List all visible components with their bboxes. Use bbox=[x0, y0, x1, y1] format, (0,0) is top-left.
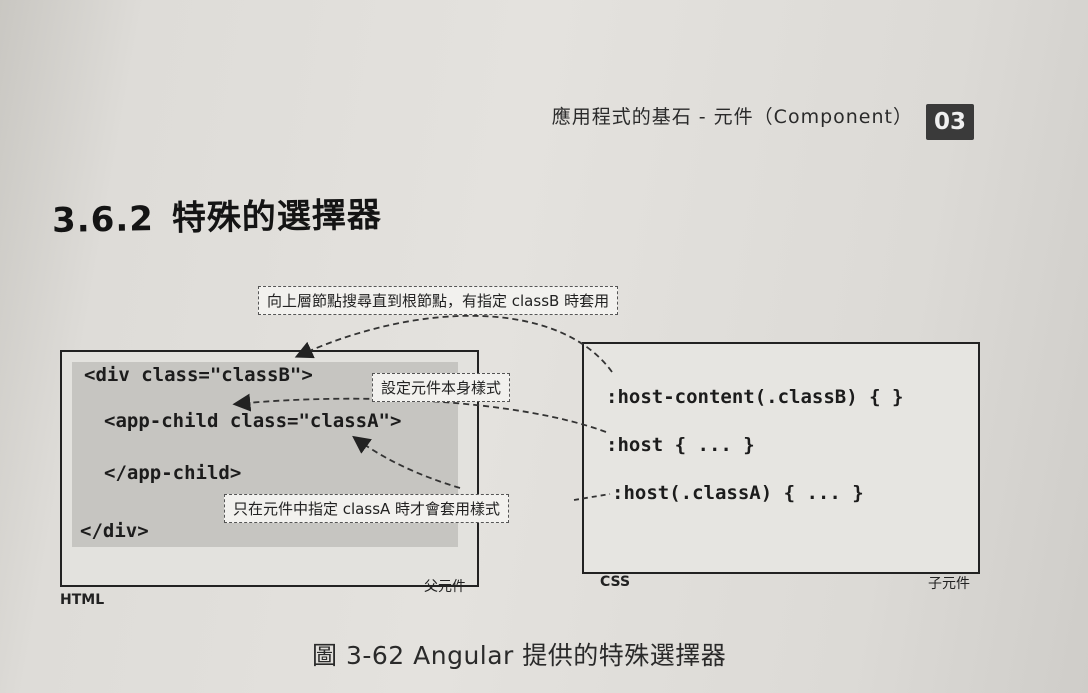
arrow-host bbox=[232, 393, 607, 433]
callout-host: 設定元件本身樣式 bbox=[372, 373, 511, 402]
connector-host-classA bbox=[573, 493, 611, 501]
diagram-arrows bbox=[232, 314, 613, 501]
arrow-host-classA bbox=[352, 435, 461, 489]
book-page: 應用程式的基石 - 元件（Component） 03 3.6.2 特殊的選擇器 <… bbox=[0, 0, 1088, 693]
callout-host-content: 向上層節點搜尋直到根節點，有指定 classB 時套用 bbox=[258, 286, 619, 315]
figure-caption: 圖 3-62 Angular 提供的特殊選擇器 bbox=[312, 641, 727, 670]
callout-host-classA: 只在元件中指定 classA 時才會套用樣式 bbox=[224, 494, 510, 523]
arrow-host-content bbox=[294, 314, 613, 373]
